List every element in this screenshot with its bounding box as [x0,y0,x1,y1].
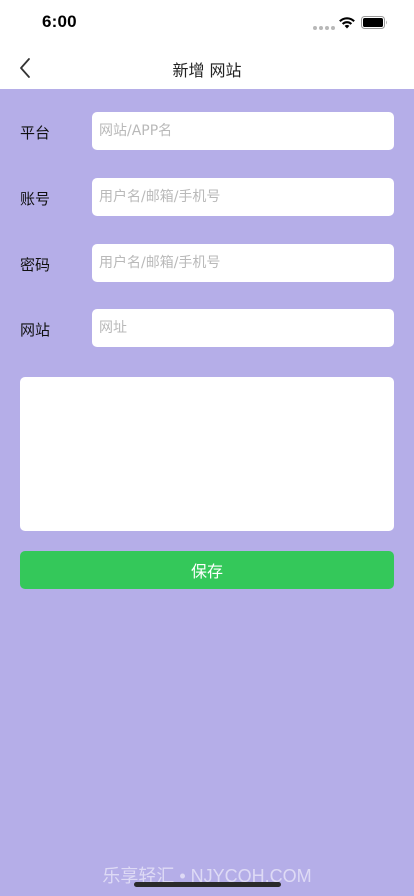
home-indicator [134,882,281,887]
wifi-icon [339,17,355,29]
password-input[interactable] [92,244,394,282]
platform-input[interactable] [92,112,394,150]
cellular-signal-icon [313,26,335,30]
page-title: 新增 网站 [172,61,242,80]
status-bar: 6:00 [0,0,414,46]
platform-label: 平台 [20,124,51,142]
save-button[interactable]: 保存 [20,551,394,589]
status-time: 6:00 [42,12,77,31]
password-label: 密码 [20,256,51,274]
battery-icon [361,16,387,29]
website-label: 网站 [20,321,51,339]
notes-textarea[interactable] [20,377,394,531]
website-input[interactable] [92,309,394,347]
navigation-bar: 新增 网站 [0,46,414,89]
account-input[interactable] [92,178,394,216]
account-label: 账号 [20,190,51,208]
